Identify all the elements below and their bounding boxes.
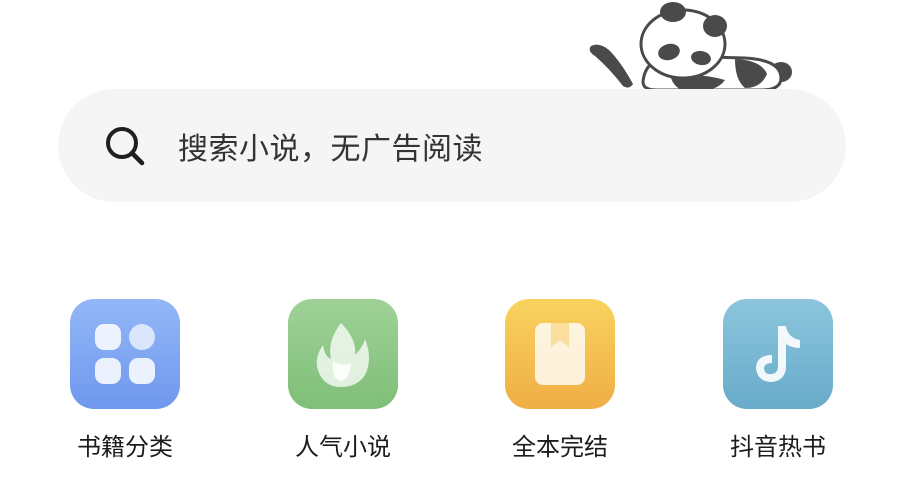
flame-icon (316, 323, 369, 387)
book-icon (535, 323, 585, 385)
shortcut-popular-novels[interactable]: 人气小说 (268, 299, 418, 462)
shortcut-label: 书籍分类 (77, 433, 173, 461)
shortcut-douyin-hot-books[interactable]: 抖音热书 (703, 299, 853, 462)
search-icon (106, 126, 145, 165)
sleeping-panda-icon (589, 2, 792, 92)
completed-tile[interactable] (505, 299, 615, 409)
shortcut-completed-books[interactable]: 全本完结 (485, 299, 635, 462)
shortcut-label: 人气小说 (295, 433, 391, 461)
music-note-icon (756, 326, 800, 382)
douyin-tile[interactable] (723, 299, 833, 409)
shortcut-label: 抖音热书 (730, 433, 826, 461)
popular-tile[interactable] (288, 299, 398, 409)
category-tile[interactable] (70, 299, 180, 409)
search-placeholder: 搜索小说，无广告阅读 (178, 131, 483, 167)
category-grid-icon (95, 324, 155, 384)
search-bar[interactable]: 搜索小说，无广告阅读 (58, 89, 846, 202)
shortcut-book-categories[interactable]: 书籍分类 (50, 299, 200, 462)
shortcut-label: 全本完结 (512, 433, 608, 461)
